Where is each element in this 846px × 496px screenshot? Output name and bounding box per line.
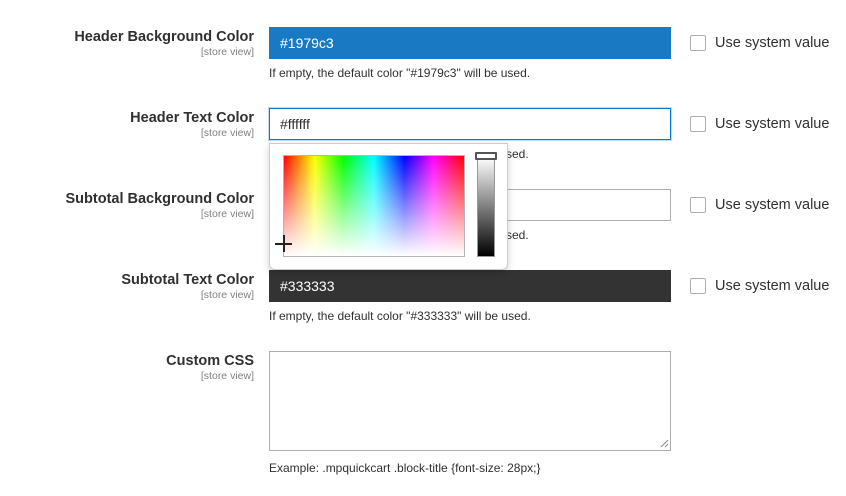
- color-value-slider[interactable]: [477, 156, 495, 257]
- field-label-group: Custom CSS [store view]: [166, 352, 254, 383]
- field-label-group: Header Text Color [store view]: [130, 109, 254, 140]
- field-note: If empty, the default color "#333333" wi…: [269, 309, 531, 323]
- checkbox-label: Use system value: [715, 116, 830, 132]
- header-background-color-input[interactable]: [269, 27, 671, 59]
- value-slider-handle[interactable]: [475, 152, 497, 160]
- field-scope: [store view]: [200, 370, 254, 382]
- crosshair-icon[interactable]: [275, 235, 292, 252]
- field-note-partial: sed.: [506, 147, 529, 161]
- field-label: Custom CSS: [166, 353, 254, 369]
- field-scope: [store view]: [200, 289, 254, 301]
- checkbox-label: Use system value: [715, 35, 830, 51]
- header-text-color-input[interactable]: [269, 108, 671, 140]
- field-scope: [store view]: [200, 208, 254, 220]
- subtotal-text-color-input[interactable]: [269, 270, 671, 302]
- use-system-value-checkbox[interactable]: Use system value: [690, 278, 829, 294]
- field-label-group: Header Background Color [store view]: [74, 28, 254, 59]
- field-scope: [store view]: [200, 46, 254, 58]
- field-scope: [store view]: [200, 127, 254, 139]
- field-label-group: Subtotal Background Color [store view]: [66, 190, 255, 221]
- checkbox-box[interactable]: [690, 35, 706, 51]
- checkbox-box[interactable]: [690, 116, 706, 132]
- use-system-value-checkbox[interactable]: Use system value: [690, 116, 829, 132]
- use-system-value-checkbox[interactable]: Use system value: [690, 197, 829, 213]
- checkbox-label: Use system value: [715, 278, 830, 294]
- field-note: If empty, the default color "#1979c3" wi…: [269, 66, 531, 80]
- color-saturation-area[interactable]: [283, 155, 465, 257]
- checkbox-label: Use system value: [715, 197, 830, 213]
- custom-css-textarea[interactable]: [269, 351, 671, 451]
- field-label: Subtotal Text Color: [121, 272, 254, 288]
- field-note: Example: .mpquickcart .block-title {font…: [269, 461, 541, 475]
- use-system-value-checkbox[interactable]: Use system value: [690, 35, 829, 51]
- checkbox-box[interactable]: [690, 197, 706, 213]
- field-note-partial: sed.: [506, 228, 529, 242]
- resize-grip-icon[interactable]: [659, 438, 669, 448]
- color-picker-popup: [269, 143, 508, 270]
- field-label: Subtotal Background Color: [65, 191, 255, 207]
- field-label-group: Subtotal Text Color [store view]: [121, 271, 254, 302]
- checkbox-box[interactable]: [690, 278, 706, 294]
- field-label: Header Background Color: [74, 29, 254, 45]
- field-label: Header Text Color: [130, 110, 254, 126]
